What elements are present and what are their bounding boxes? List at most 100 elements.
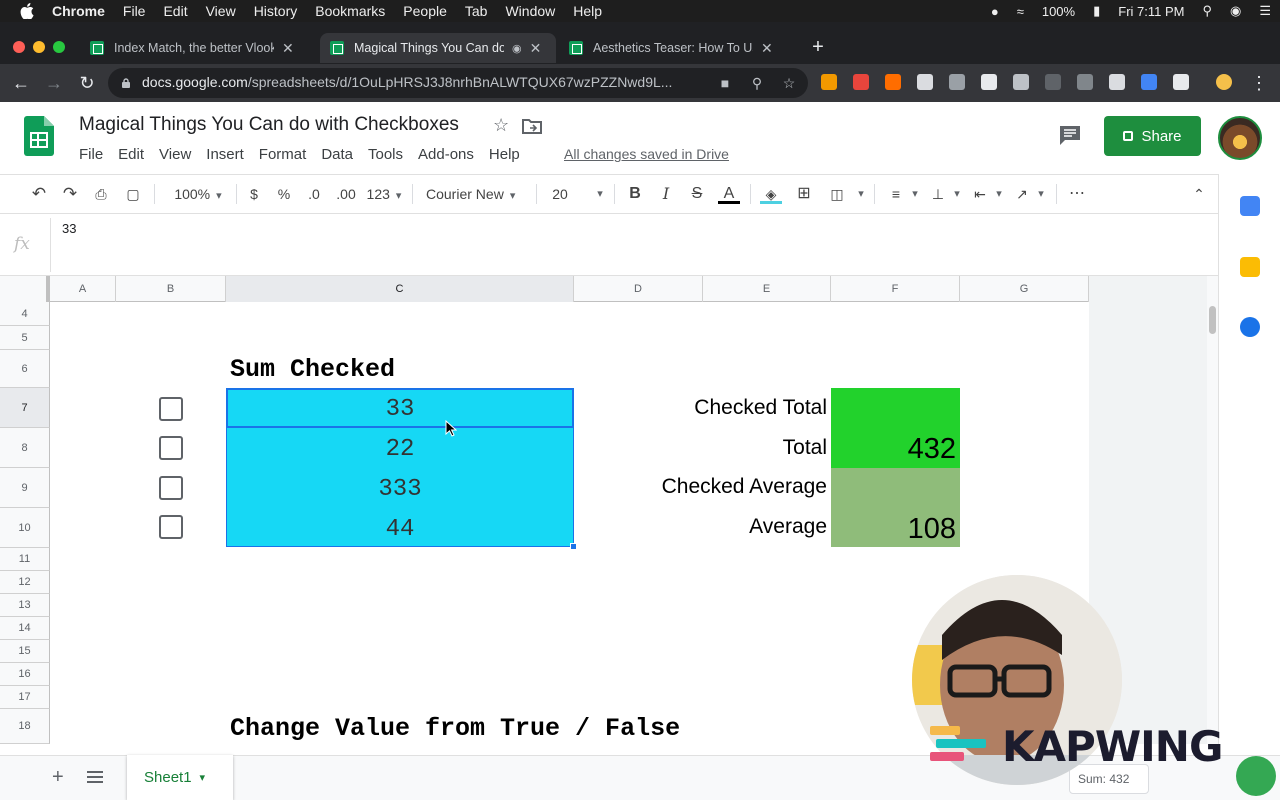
sheets-menu-help[interactable]: Help bbox=[489, 146, 520, 163]
camera-icon[interactable]: ■ bbox=[716, 74, 734, 92]
row-header-16[interactable]: 16 bbox=[0, 663, 50, 686]
add-sheet-button[interactable]: + bbox=[52, 766, 64, 789]
menu-window[interactable]: Window bbox=[505, 3, 555, 19]
extension-icon[interactable] bbox=[1045, 74, 1061, 90]
horizontal-align-icon[interactable]: ≡ bbox=[886, 184, 906, 204]
scrollbar-thumb[interactable] bbox=[1209, 306, 1216, 334]
menu-history[interactable]: History bbox=[254, 3, 298, 19]
share-button[interactable]: Share bbox=[1104, 116, 1201, 156]
checkbox-row-10[interactable] bbox=[159, 515, 183, 539]
sheets-menu-insert[interactable]: Insert bbox=[206, 146, 244, 163]
extension-icon[interactable] bbox=[949, 74, 965, 90]
menu-edit[interactable]: Edit bbox=[163, 3, 187, 19]
row-header-8[interactable]: 8 bbox=[0, 428, 50, 468]
battery-icon[interactable]: ▮ bbox=[1093, 3, 1100, 19]
new-tab-button[interactable]: + bbox=[808, 36, 828, 58]
strikethrough-button[interactable]: S bbox=[688, 184, 706, 204]
menu-file[interactable]: File bbox=[123, 3, 146, 19]
average-cell[interactable]: 108 bbox=[831, 508, 960, 547]
column-header-g[interactable]: G bbox=[960, 276, 1089, 302]
merge-dropdown-icon[interactable]: ▾ bbox=[855, 184, 867, 204]
column-header-e[interactable]: E bbox=[703, 276, 831, 302]
extension-icon[interactable] bbox=[821, 74, 837, 90]
battery-percent[interactable]: 100% bbox=[1042, 4, 1075, 19]
extension-icon[interactable] bbox=[1013, 74, 1029, 90]
fill-color-icon[interactable]: ◈ bbox=[760, 184, 782, 204]
row-header-6[interactable]: 6 bbox=[0, 350, 50, 388]
keep-icon[interactable] bbox=[1240, 257, 1260, 277]
valign-dropdown-icon[interactable]: ▾ bbox=[951, 184, 963, 204]
bold-button[interactable]: B bbox=[626, 184, 644, 204]
row-header-4[interactable]: 4 bbox=[0, 302, 50, 326]
align-dropdown-icon[interactable]: ▾ bbox=[909, 184, 921, 204]
save-status-link[interactable]: All changes saved in Drive bbox=[564, 146, 729, 162]
formula-input[interactable]: 33 bbox=[62, 221, 76, 236]
rotation-dropdown-icon[interactable]: ▾ bbox=[1035, 184, 1047, 204]
microphone-icon[interactable]: ● bbox=[991, 4, 999, 19]
extension-icon[interactable] bbox=[1109, 74, 1125, 90]
extension-icon[interactable] bbox=[885, 74, 901, 90]
text-wrap-icon[interactable]: ⇤ bbox=[970, 184, 990, 204]
row-header-18[interactable]: 18 bbox=[0, 709, 50, 744]
paint-format-icon[interactable]: ▢ bbox=[122, 184, 144, 204]
sheets-menu-edit[interactable]: Edit bbox=[118, 146, 144, 163]
menu-people[interactable]: People bbox=[403, 3, 447, 19]
row-header-5[interactable]: 5 bbox=[0, 326, 50, 350]
column-header-c[interactable]: C bbox=[226, 276, 574, 302]
sheets-menu-data[interactable]: Data bbox=[321, 146, 353, 163]
url-text[interactable]: docs.google.com/spreadsheets/d/1OuLpHRSJ… bbox=[142, 74, 702, 90]
comments-icon[interactable] bbox=[1058, 124, 1082, 146]
apple-icon[interactable] bbox=[20, 3, 34, 19]
column-header-b[interactable]: B bbox=[116, 276, 226, 302]
bookmark-star-icon[interactable]: ☆ bbox=[780, 74, 798, 92]
row-header-13[interactable]: 13 bbox=[0, 594, 50, 617]
zoom-icon[interactable]: ⚲ bbox=[748, 74, 766, 92]
row-header-10[interactable]: 10 bbox=[0, 508, 50, 548]
row-header-12[interactable]: 12 bbox=[0, 571, 50, 594]
sheets-logo-icon[interactable] bbox=[24, 116, 54, 156]
font-family-select[interactable]: Courier New bbox=[426, 184, 526, 204]
profile-avatar-icon[interactable] bbox=[1216, 74, 1232, 90]
siri-icon[interactable]: ◉ bbox=[1230, 3, 1241, 19]
text-color-button[interactable]: A bbox=[718, 184, 740, 204]
more-menu-icon[interactable]: ⋮ bbox=[1248, 72, 1270, 94]
minimize-window-button[interactable] bbox=[33, 41, 45, 53]
checked-average-cell[interactable] bbox=[831, 468, 960, 508]
collapse-menus-icon[interactable]: ⌃ bbox=[1188, 184, 1210, 204]
tab-index-match[interactable]: Index Match, the better Vlooku ✕ bbox=[80, 33, 316, 63]
row-header-11[interactable]: 11 bbox=[0, 548, 50, 571]
menu-bookmarks[interactable]: Bookmarks bbox=[315, 3, 385, 19]
adblock-extension-icon[interactable] bbox=[853, 74, 869, 90]
row-header-14[interactable]: 14 bbox=[0, 617, 50, 640]
calendar-icon[interactable] bbox=[1240, 196, 1260, 216]
download-extension-icon[interactable] bbox=[981, 74, 997, 90]
sheets-menu-file[interactable]: File bbox=[79, 146, 103, 163]
checkbox-row-8[interactable] bbox=[159, 436, 183, 460]
wifi-icon[interactable]: ≈ bbox=[1017, 4, 1024, 19]
translate-extension-icon[interactable] bbox=[917, 74, 933, 90]
forward-arrow-icon[interactable]: → bbox=[43, 72, 65, 94]
font-size-dropdown-icon[interactable]: ▾ bbox=[594, 184, 606, 204]
close-tab-icon[interactable]: ✕ bbox=[761, 40, 773, 57]
tab-aesthetics-teaser[interactable]: Aesthetics Teaser: How To Use ✕ bbox=[559, 33, 795, 63]
layers-extension-icon[interactable] bbox=[1077, 74, 1093, 90]
column-header-a[interactable]: A bbox=[50, 276, 116, 302]
vertical-align-icon[interactable]: ⊥ bbox=[928, 184, 948, 204]
zoom-select[interactable]: 100% bbox=[168, 184, 228, 204]
menu-app-name[interactable]: Chrome bbox=[52, 3, 105, 19]
sheets-menu-format[interactable]: Format bbox=[259, 146, 307, 163]
close-tab-icon[interactable]: ✕ bbox=[530, 40, 542, 57]
undo-icon[interactable]: ↶ bbox=[28, 184, 50, 204]
menu-help[interactable]: Help bbox=[573, 3, 602, 19]
redo-icon[interactable]: ↷ bbox=[59, 184, 81, 204]
close-tab-icon[interactable]: ✕ bbox=[282, 40, 294, 57]
row-header-15[interactable]: 15 bbox=[0, 640, 50, 663]
more-options-icon[interactable]: ⋯ bbox=[1066, 184, 1088, 204]
increase-decimal-button[interactable]: .00 bbox=[335, 184, 357, 204]
sheet-tab-sheet1[interactable]: Sheet1 ▾ bbox=[127, 755, 233, 800]
checked-total-cell[interactable] bbox=[831, 388, 960, 428]
close-window-button[interactable] bbox=[13, 41, 25, 53]
move-to-folder-icon[interactable] bbox=[521, 117, 543, 135]
column-header-f[interactable]: F bbox=[831, 276, 960, 302]
checkbox-row-7[interactable] bbox=[159, 397, 183, 421]
